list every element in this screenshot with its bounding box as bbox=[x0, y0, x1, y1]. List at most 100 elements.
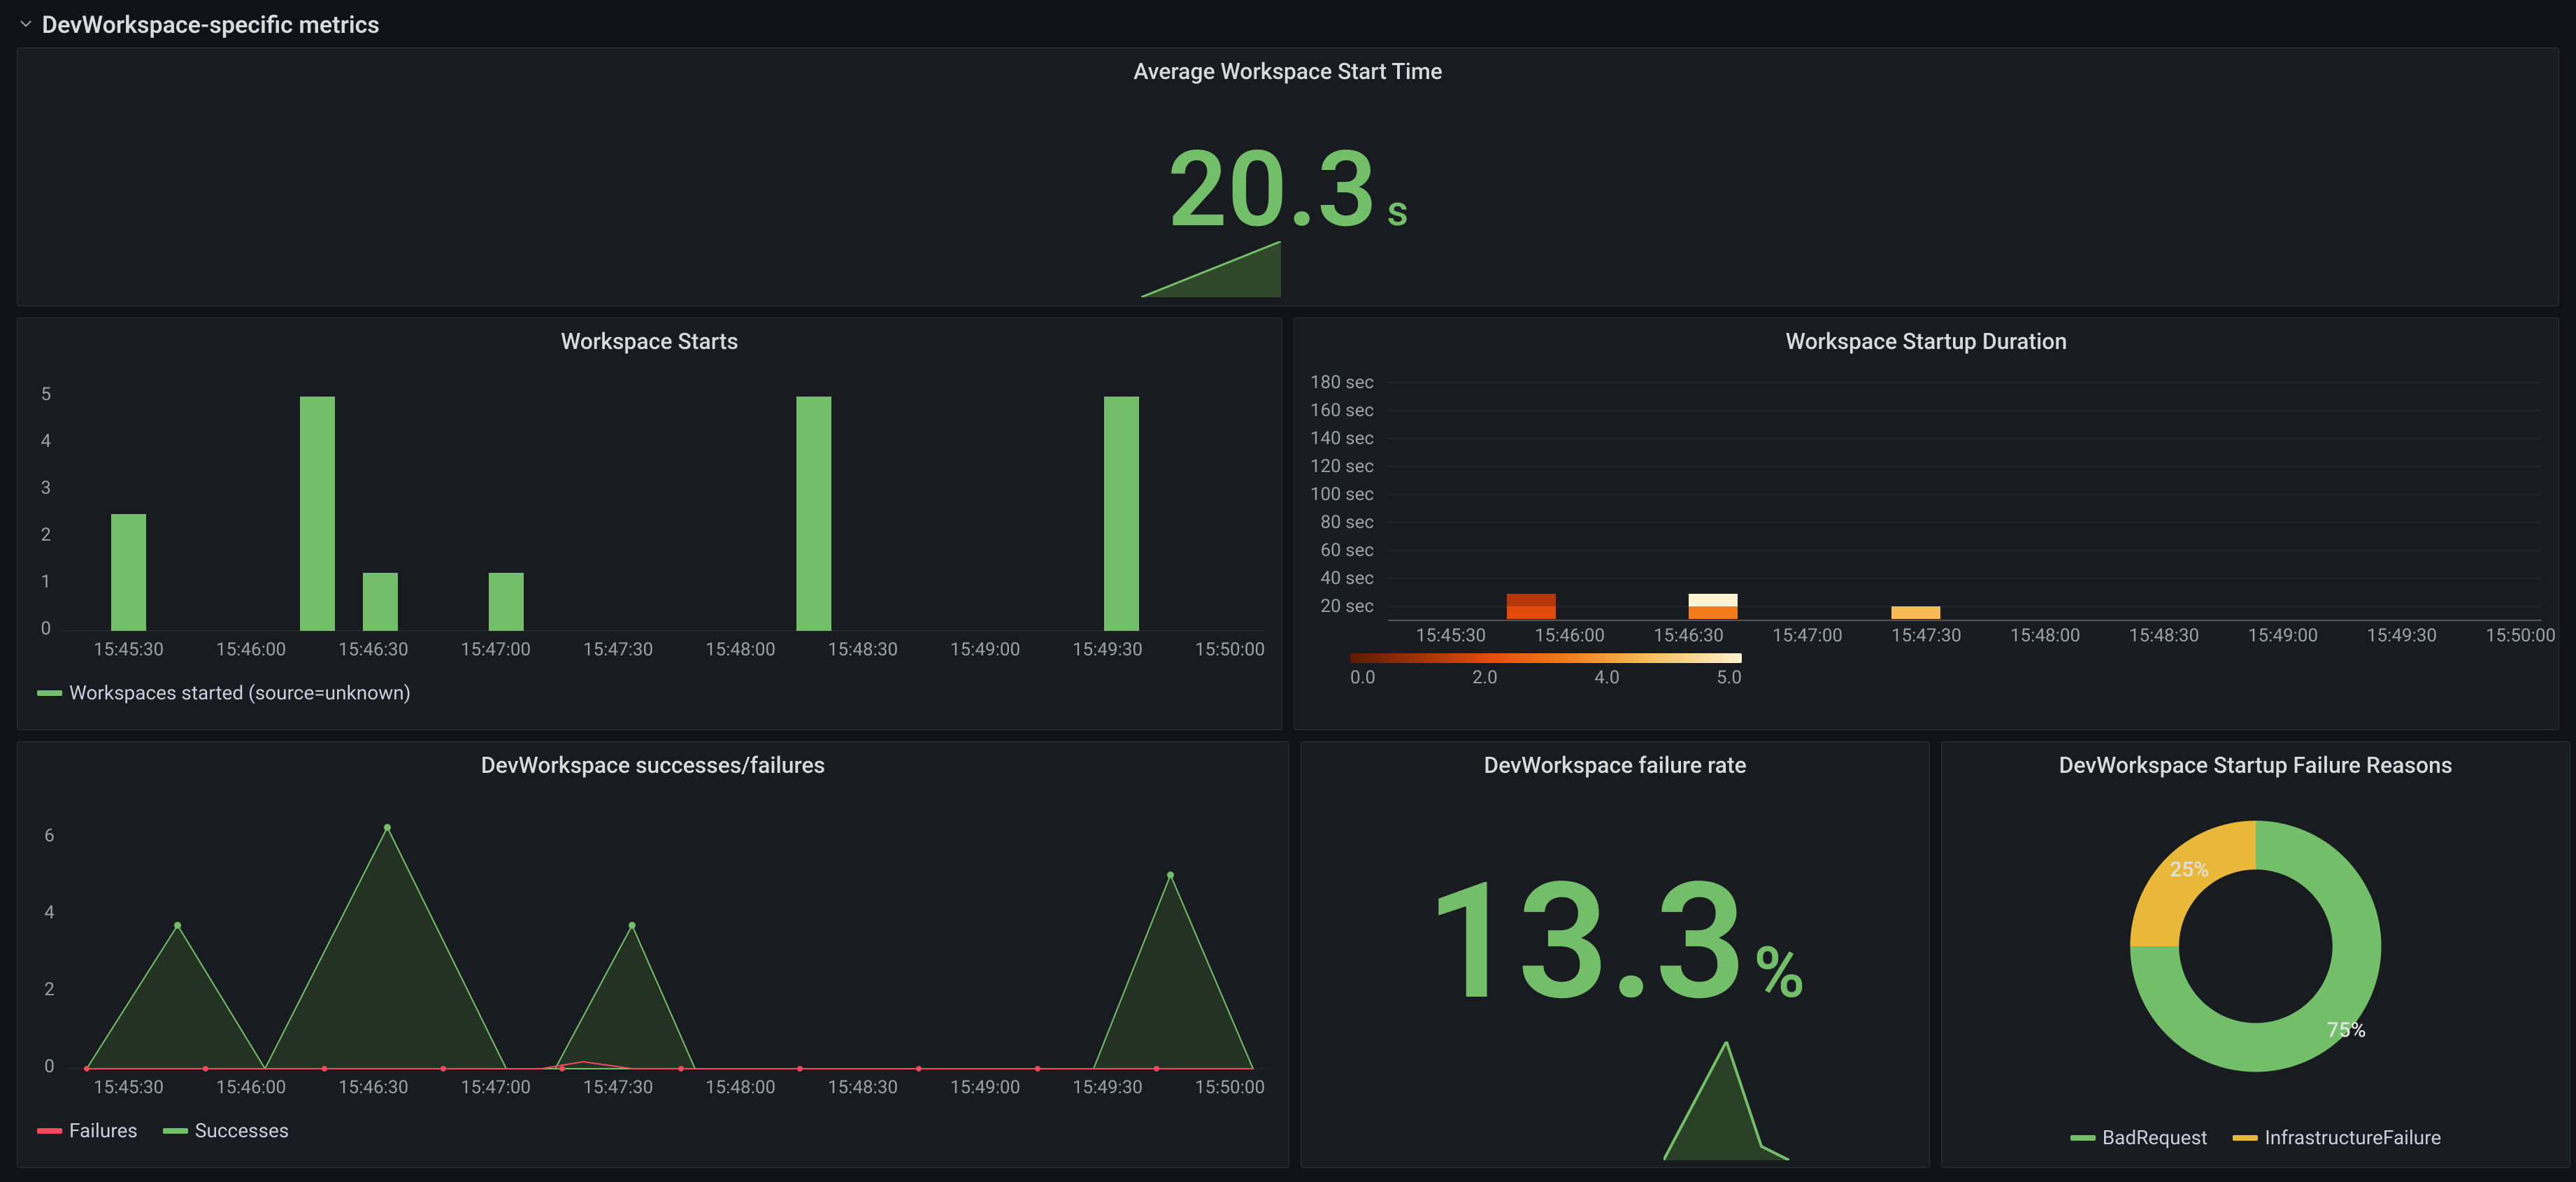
svg-text:120 sec: 120 sec bbox=[1310, 456, 1374, 477]
panel-title: DevWorkspace Startup Failure Reasons bbox=[1942, 742, 2570, 778]
svg-text:15:48:30: 15:48:30 bbox=[2129, 625, 2199, 646]
svg-text:60 sec: 60 sec bbox=[1321, 540, 1375, 561]
svg-text:15:47:30: 15:47:30 bbox=[583, 639, 653, 660]
panel-startup-duration[interactable]: Workspace Startup Duration 20 sec 40 sec… bbox=[1294, 318, 2559, 730]
panel-workspace-starts[interactable]: Workspace Starts 0 1 2 3 4 5 bbox=[17, 318, 1282, 730]
svg-text:15:49:00: 15:49:00 bbox=[950, 1077, 1020, 1098]
startup-duration-chart: 20 sec 40 sec 60 sec 80 sec 100 sec 120 … bbox=[1294, 355, 2559, 648]
svg-text:15:48:00: 15:48:00 bbox=[2010, 625, 2080, 646]
svg-text:3: 3 bbox=[41, 478, 51, 499]
svg-text:15:46:00: 15:46:00 bbox=[1535, 625, 1605, 646]
grad-mid2: 4.0 bbox=[1594, 667, 1619, 688]
avg-start-time-unit: s bbox=[1387, 190, 1408, 232]
slice-label-25: 25% bbox=[2170, 857, 2209, 882]
svg-text:160 sec: 160 sec bbox=[1310, 400, 1374, 421]
svg-text:15:46:00: 15:46:00 bbox=[216, 639, 286, 660]
legend-label: Workspaces started (source=unknown) bbox=[69, 681, 410, 704]
svg-text:15:45:30: 15:45:30 bbox=[94, 1077, 164, 1098]
svg-text:4: 4 bbox=[44, 902, 55, 923]
svg-text:180 sec: 180 sec bbox=[1310, 372, 1374, 393]
sparkline bbox=[1141, 241, 1281, 297]
grad-min: 0.0 bbox=[1350, 667, 1375, 688]
section-header[interactable]: DevWorkspace-specific metrics bbox=[17, 11, 2559, 39]
heatmap-colorscale: 0.0 2.0 4.0 5.0 bbox=[1294, 653, 2559, 699]
legend-swatch bbox=[2070, 1135, 2096, 1141]
svg-text:0: 0 bbox=[44, 1056, 55, 1077]
legend-label: Successes bbox=[195, 1119, 289, 1142]
svg-text:15:48:30: 15:48:30 bbox=[828, 1077, 898, 1098]
svg-text:15:50:00: 15:50:00 bbox=[1195, 639, 1265, 660]
legend-swatch bbox=[2233, 1135, 2258, 1141]
svg-text:15:46:30: 15:46:30 bbox=[338, 639, 408, 660]
svg-text:5: 5 bbox=[41, 384, 51, 405]
failure-rate-value: 13.3 bbox=[1425, 862, 1747, 1023]
panel-title: Workspace Starts bbox=[17, 318, 1282, 355]
svg-text:15:46:00: 15:46:00 bbox=[216, 1077, 286, 1098]
svg-text:15:49:00: 15:49:00 bbox=[2248, 625, 2318, 646]
svg-text:2: 2 bbox=[41, 525, 51, 546]
panel-title: Average Workspace Start Time bbox=[17, 48, 2559, 85]
legend: Workspaces started (source=unknown) bbox=[17, 674, 1282, 714]
svg-text:15:46:30: 15:46:30 bbox=[338, 1077, 408, 1098]
failure-reasons-chart: 25% 75% bbox=[1942, 778, 2570, 1114]
svg-text:4: 4 bbox=[41, 431, 51, 452]
svg-text:1: 1 bbox=[41, 571, 51, 592]
panel-avg-start-time[interactable]: Average Workspace Start Time 20.3 s bbox=[17, 48, 2559, 306]
legend-swatch bbox=[163, 1128, 188, 1134]
legend: BadRequest InfrastructureFailure bbox=[1942, 1119, 2570, 1159]
svg-text:15:47:30: 15:47:30 bbox=[583, 1077, 653, 1098]
svg-text:15:50:00: 15:50:00 bbox=[2486, 625, 2556, 646]
legend-label: BadRequest bbox=[2103, 1126, 2208, 1149]
slice-label-75: 75% bbox=[2327, 1018, 2366, 1043]
svg-text:140 sec: 140 sec bbox=[1310, 428, 1374, 449]
legend-label: Failures bbox=[69, 1119, 138, 1142]
legend-swatch bbox=[37, 1128, 62, 1134]
svg-text:0: 0 bbox=[41, 618, 51, 639]
legend-swatch bbox=[37, 690, 62, 696]
svg-text:15:49:30: 15:49:30 bbox=[2367, 625, 2437, 646]
svg-text:80 sec: 80 sec bbox=[1321, 512, 1375, 533]
svg-text:6: 6 bbox=[44, 825, 55, 846]
legend-item-failures[interactable]: Failures bbox=[37, 1119, 138, 1142]
svg-text:15:46:30: 15:46:30 bbox=[1654, 625, 1724, 646]
svg-text:20 sec: 20 sec bbox=[1321, 596, 1375, 617]
legend-item-successes[interactable]: Successes bbox=[163, 1119, 289, 1142]
svg-text:15:45:30: 15:45:30 bbox=[1416, 625, 1486, 646]
svg-text:2: 2 bbox=[44, 979, 55, 1000]
failure-rate-unit: % bbox=[1754, 939, 1805, 1009]
panel-title: DevWorkspace failure rate bbox=[1301, 742, 1929, 778]
success-fail-chart: 0 2 4 6 bbox=[17, 778, 1289, 1107]
section-title: DevWorkspace-specific metrics bbox=[42, 11, 380, 39]
legend-item-badrequest[interactable]: BadRequest bbox=[2070, 1126, 2208, 1149]
panel-title: DevWorkspace successes/failures bbox=[17, 742, 1289, 778]
legend-label: InfrastructureFailure bbox=[2265, 1126, 2441, 1149]
sparkline bbox=[1663, 1041, 1789, 1160]
legend-item[interactable]: Workspaces started (source=unknown) bbox=[37, 681, 410, 704]
svg-text:15:48:00: 15:48:00 bbox=[706, 639, 775, 660]
svg-text:15:45:30: 15:45:30 bbox=[94, 639, 164, 660]
panel-title: Workspace Startup Duration bbox=[1294, 318, 2559, 355]
svg-text:15:49:00: 15:49:00 bbox=[950, 639, 1020, 660]
svg-text:15:48:30: 15:48:30 bbox=[828, 639, 898, 660]
svg-text:15:47:00: 15:47:00 bbox=[461, 1077, 531, 1098]
legend-item-infrafail[interactable]: InfrastructureFailure bbox=[2233, 1126, 2441, 1149]
chevron-down-icon bbox=[17, 11, 35, 39]
workspace-starts-chart: 0 1 2 3 4 5 bbox=[17, 355, 1282, 669]
legend: Failures Successes bbox=[17, 1112, 1289, 1152]
panel-success-fail[interactable]: DevWorkspace successes/failures 0 2 4 6 bbox=[17, 741, 1289, 1168]
svg-text:40 sec: 40 sec bbox=[1321, 568, 1375, 589]
svg-text:15:50:00: 15:50:00 bbox=[1195, 1077, 1265, 1098]
panel-failure-reasons[interactable]: DevWorkspace Startup Failure Reasons 25%… bbox=[1941, 741, 2570, 1168]
svg-text:15:47:00: 15:47:00 bbox=[1773, 625, 1842, 646]
svg-text:100 sec: 100 sec bbox=[1310, 484, 1374, 505]
svg-text:15:49:30: 15:49:30 bbox=[1073, 1077, 1143, 1098]
panel-failure-rate[interactable]: DevWorkspace failure rate 13.3 % bbox=[1301, 741, 1930, 1168]
grad-max: 5.0 bbox=[1717, 667, 1742, 688]
avg-start-time-value: 20.3 bbox=[1168, 137, 1378, 242]
svg-text:15:47:30: 15:47:30 bbox=[1891, 625, 1961, 646]
svg-text:15:49:30: 15:49:30 bbox=[1073, 639, 1143, 660]
dashboard-page: DevWorkspace-specific metrics Average Wo… bbox=[0, 0, 2576, 1182]
grad-mid1: 2.0 bbox=[1473, 667, 1498, 688]
failure-rate-value-wrap: 13.3 % bbox=[1301, 862, 1929, 1023]
avg-start-time-value-wrap: 20.3 s bbox=[1168, 137, 1409, 242]
